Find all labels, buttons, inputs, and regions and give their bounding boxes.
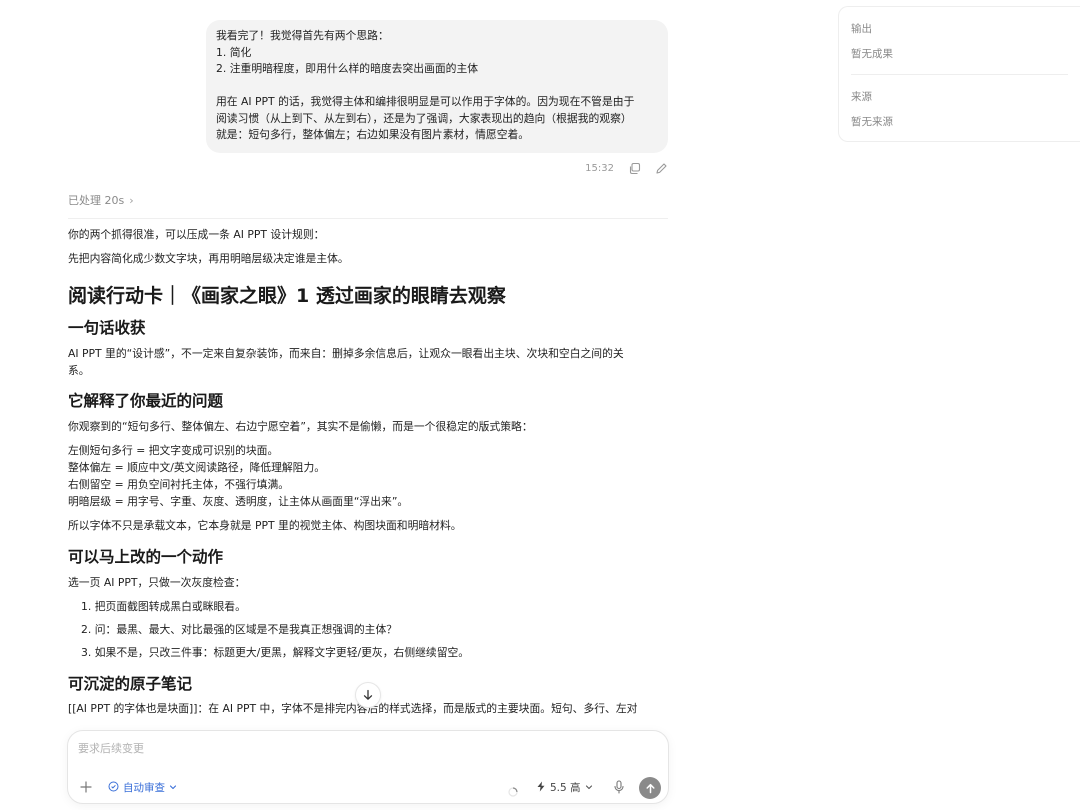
user-message-line: 用在 AI PPT 的话，我觉得主体和编排很明显是可以作用于字体的。因为现在不管… bbox=[216, 95, 635, 108]
section-heading: 它解释了你最近的问题 bbox=[68, 392, 224, 410]
copy-icon[interactable] bbox=[628, 162, 641, 175]
section-heading: 可以马上改的一个动作 bbox=[68, 548, 224, 566]
processed-label: 已处理 20s bbox=[68, 194, 125, 207]
section-paragraph: 你观察到的“短句多行、整体偏左、右边宁愿空着”，其实不是偷懒，而是一个很稳定的版… bbox=[68, 420, 533, 433]
action-list: 1. 把页面截图转成黑白或眯眼看。 2. 问：最黑、最大、对比最强的区域是不是我… bbox=[68, 598, 668, 661]
response-intro: 你的两个抓得很准，可以压成一条 AI PPT 设计规则： bbox=[68, 228, 325, 241]
list-item: 左侧短句多行 = 把文字变成可识别的块面。 bbox=[68, 444, 279, 457]
list-item: 明暗层级 = 用字号、字重、灰度、透明度，让主体从画面里“浮出来”。 bbox=[68, 495, 409, 508]
source-label: 来源 bbox=[851, 91, 872, 103]
user-message-line: 2. 注重明暗程度，即用什么样的暗度去突出画面的主体 bbox=[216, 62, 479, 75]
list-item: 右侧留空 = 用负空间衬托主体，不强行填满。 bbox=[68, 478, 290, 491]
user-message-line: 阅读习惯（从上到下、从左到右），还是为了强调，大家表现出的趋向（根据我的观察） bbox=[216, 111, 632, 125]
pencil-icon[interactable] bbox=[655, 162, 668, 175]
model-label: 5.5 高 bbox=[550, 782, 581, 794]
section-paragraph: AI PPT 里的“设计感”，不一定来自复杂装饰，而来自：删掉多余信息后，让观众… bbox=[68, 345, 668, 379]
section-paragraph: 所以字体不只是承载文本，它本身就是 PPT 里的视觉主体、构图块面和明暗材料。 bbox=[68, 519, 462, 532]
user-message-blank-line bbox=[216, 78, 656, 95]
arrow-down-icon bbox=[362, 686, 374, 705]
panel-divider bbox=[851, 74, 1068, 75]
paragraph-line: AI PPT 里的“设计感”，不一定来自复杂装饰，而来自：删掉多余信息后，让观众… bbox=[68, 347, 624, 360]
lightning-icon bbox=[536, 781, 546, 795]
send-button[interactable] bbox=[639, 777, 661, 799]
model-selector[interactable]: 5.5 高 bbox=[536, 780, 593, 795]
response-summary: 先把内容简化成少数文字块，再用明暗层级决定谁是主体。 bbox=[68, 252, 349, 265]
composer: 自动审查 5.5 高 bbox=[67, 730, 669, 804]
user-message-bubble: 我看完了！我觉得首先有两个思路： 1. 简化 2. 注重明暗程度，即用什么样的暗… bbox=[206, 20, 668, 153]
message-timestamp: 15:32 bbox=[585, 162, 614, 174]
list-item: 3. 如果不是，只改三件事：标题更大/更黑，解释文字更轻/更灰，右侧继续留空。 bbox=[81, 646, 470, 659]
paragraph-line: 系。 bbox=[68, 364, 90, 377]
plus-icon[interactable] bbox=[78, 779, 94, 795]
response-title: 阅读行动卡｜《画家之眼》1 透过画家的眼睛去观察 bbox=[68, 285, 506, 307]
loading-spinner-icon bbox=[508, 782, 518, 801]
observation-list: 左侧短句多行 = 把文字变成可识别的块面。 整体偏左 = 顺应中文/英文阅读路径… bbox=[68, 442, 668, 510]
list-item: 整体偏左 = 顺应中文/英文阅读路径，降低理解阻力。 bbox=[68, 461, 326, 474]
chevron-down-icon bbox=[585, 782, 593, 794]
shield-icon bbox=[108, 781, 119, 795]
output-value: 暂无成果 bbox=[851, 48, 893, 60]
arrow-up-icon bbox=[645, 779, 656, 798]
source-value: 暂无来源 bbox=[851, 116, 893, 128]
chevron-right-icon: › bbox=[129, 194, 134, 207]
auto-review-label: 自动审查 bbox=[123, 782, 165, 794]
processed-toggle[interactable]: 已处理 20s › bbox=[68, 192, 668, 219]
user-message-line: 我看完了！我觉得首先有两个思路： bbox=[216, 29, 389, 42]
assistant-response: 你的两个抓得很准，可以压成一条 AI PPT 设计规则： 先把内容简化成少数文字… bbox=[68, 226, 668, 716]
list-item: 1. 把页面截图转成黑白或眯眼看。 bbox=[81, 600, 246, 613]
user-message-line: 1. 简化 bbox=[216, 45, 252, 59]
message-meta: 15:32 bbox=[560, 160, 668, 176]
section-paragraph: 选一页 AI PPT，只做一次灰度检查： bbox=[68, 576, 246, 589]
output-sources-panel: 输出 暂无成果 来源 暂无来源 bbox=[838, 6, 1080, 142]
auto-review-dropdown[interactable]: 自动审查 bbox=[108, 780, 177, 795]
chevron-down-icon bbox=[169, 782, 177, 794]
user-message-line: 就是：短句多行，整体偏左；右边如果没有图片素材，情愿空着。 bbox=[216, 128, 530, 141]
list-item: 2. 问：最黑、最大、对比最强的区域是不是我真正想强调的主体？ bbox=[81, 623, 398, 636]
output-label: 输出 bbox=[851, 23, 872, 35]
scroll-to-bottom-button[interactable] bbox=[355, 682, 381, 708]
microphone-icon[interactable] bbox=[613, 779, 625, 798]
follow-up-input[interactable] bbox=[78, 739, 638, 757]
section-heading: 一句话收获 bbox=[68, 319, 146, 337]
